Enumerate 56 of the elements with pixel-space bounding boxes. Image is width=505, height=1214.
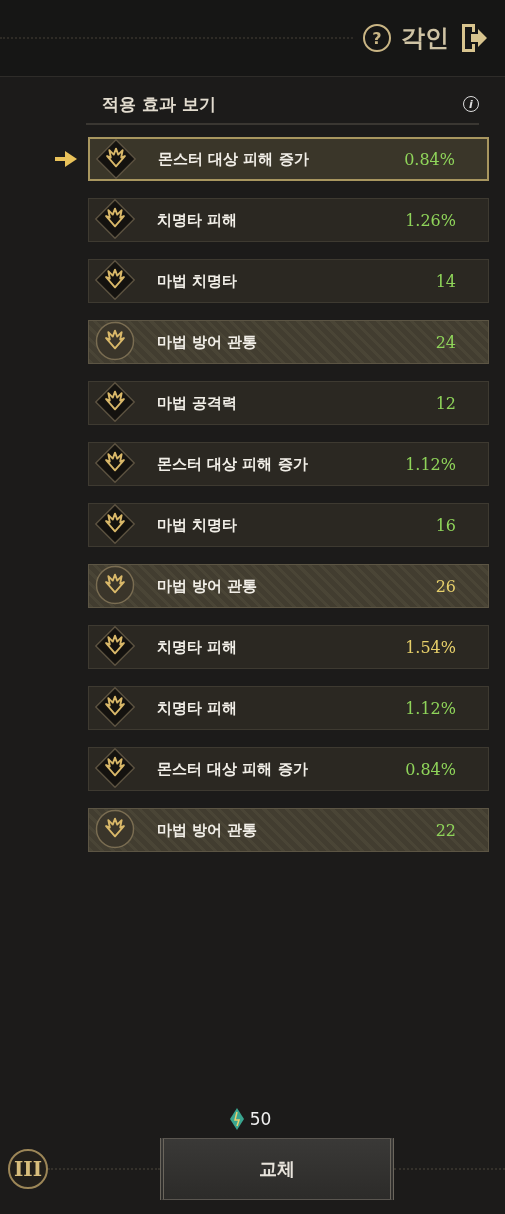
effect-row[interactable]: 마법 방어 관통 26 — [88, 564, 489, 608]
effect-value: 1.12% — [405, 454, 456, 474]
screen-title: 각인 — [401, 23, 449, 54]
effect-value: 0.84% — [404, 149, 455, 169]
diamond-emblem-icon — [95, 748, 135, 788]
round-emblem-icon — [95, 565, 135, 605]
replace-button[interactable]: 교체 — [159, 1138, 394, 1200]
section-title: 적용 효과 보기 — [102, 92, 216, 116]
effect-name: 몬스터 대상 피해 증가 — [157, 454, 309, 474]
round-emblem-icon — [95, 321, 135, 361]
effect-row[interactable]: 치명타 피해 1.54% — [88, 625, 489, 669]
effect-name: 마법 방어 관통 — [157, 820, 259, 840]
diamond-emblem-icon — [96, 139, 136, 179]
effect-name: 몬스터 대상 피해 증가 — [157, 759, 309, 779]
effect-row[interactable]: 마법 공격력 12 — [88, 381, 489, 425]
diamond-emblem-icon — [95, 687, 135, 727]
effect-row[interactable]: 몬스터 대상 피해 증가 1.12% — [88, 442, 489, 486]
effect-name: 치명타 피해 — [157, 698, 239, 718]
effect-row[interactable]: 치명타 피해 1.12% — [88, 686, 489, 730]
diamond-emblem-icon — [95, 504, 135, 544]
cost-amount: 50 — [249, 1109, 272, 1129]
effect-name: 마법 치명타 — [157, 271, 239, 291]
effect-row[interactable]: 몬스터 대상 피해 증가 0.84% — [88, 747, 489, 791]
effect-row[interactable]: 마법 방어 관통 22 — [88, 808, 489, 852]
effect-name: 치명타 피해 — [157, 637, 239, 657]
diamond-emblem-icon — [95, 199, 135, 239]
exit-icon[interactable] — [459, 22, 489, 54]
diamond-emblem-icon — [95, 443, 135, 483]
help-icon[interactable]: ? — [363, 24, 391, 52]
effect-value: 0.84% — [405, 759, 456, 779]
effect-row[interactable]: 치명타 피해 1.26% — [88, 198, 489, 242]
effect-value: 1.26% — [405, 210, 456, 230]
effect-value: 1.12% — [405, 698, 456, 718]
diamond-emblem-icon — [95, 626, 135, 666]
effect-value: 16 — [435, 515, 456, 535]
effect-value: 22 — [435, 820, 456, 840]
effect-row[interactable]: 몬스터 대상 피해 증가 0.84% — [88, 137, 489, 181]
effect-value: 14 — [435, 271, 456, 291]
tier-badge: III — [8, 1149, 48, 1189]
effect-name: 마법 치명타 — [157, 515, 239, 535]
effect-value: 12 — [435, 393, 456, 413]
effect-name: 마법 방어 관통 — [157, 332, 259, 352]
effect-name: 치명타 피해 — [157, 210, 239, 230]
effect-name: 몬스터 대상 피해 증가 — [158, 149, 310, 169]
effect-value: 24 — [435, 332, 456, 352]
effect-name: 마법 방어 관통 — [157, 576, 259, 596]
effect-value: 1.54% — [405, 637, 456, 657]
effect-value: 26 — [435, 576, 456, 596]
diamond-emblem-icon — [95, 260, 135, 300]
effect-name: 마법 공격력 — [157, 393, 239, 413]
crystal-icon — [229, 1108, 244, 1130]
diamond-emblem-icon — [95, 382, 135, 422]
round-emblem-icon — [95, 809, 135, 849]
effect-row[interactable]: 마법 방어 관통 24 — [88, 320, 489, 364]
effect-row[interactable]: 마법 치명타 16 — [88, 503, 489, 547]
effect-row[interactable]: 마법 치명타 14 — [88, 259, 489, 303]
